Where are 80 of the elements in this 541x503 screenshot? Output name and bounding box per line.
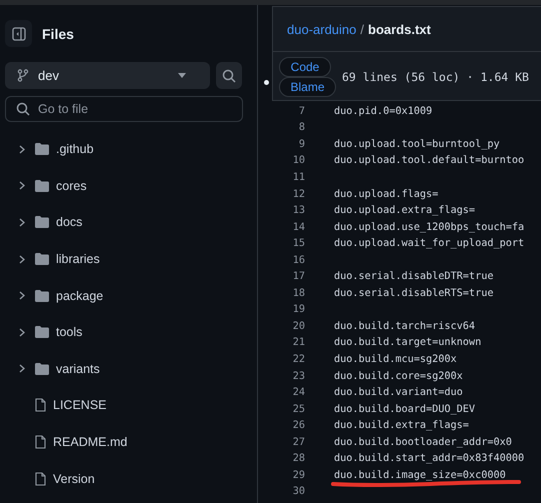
file-icon — [35, 398, 46, 412]
file-tree-item[interactable]: LICENSE — [5, 387, 257, 424]
file-tree-item[interactable]: Version — [5, 460, 257, 497]
line-number: 11 — [292, 172, 305, 183]
line-number: 24 — [292, 387, 305, 398]
code-line: duo.upload.extra_flags= — [334, 205, 476, 216]
folder-icon — [35, 362, 49, 375]
code-line: duo.upload.flags= — [334, 188, 438, 200]
code-line: duo.build.extra_flags= — [334, 420, 469, 432]
file-tree-item[interactable]: package — [5, 277, 257, 314]
branch-select[interactable]: dev — [5, 62, 210, 89]
code-line: duo.upload.wait_for_upload_port — [334, 238, 524, 250]
line-number: 20 — [292, 320, 305, 332]
line-number: 9 — [298, 138, 305, 150]
search-button[interactable] — [216, 62, 242, 89]
code-line: duo.upload.use_1200bps_touch=fa — [334, 222, 524, 233]
line-number: 21 — [292, 337, 305, 348]
line-number: 15 — [292, 238, 305, 250]
folder-icon — [35, 216, 49, 228]
line-number: 27 — [292, 436, 305, 448]
line-number: 26 — [292, 420, 305, 432]
search-icon — [222, 68, 236, 82]
line-number: 28 — [292, 453, 305, 464]
line-number: 14 — [292, 222, 305, 233]
code-line: duo.pid.0=0x1009 — [334, 106, 432, 117]
file-icon — [35, 435, 46, 450]
code-line: duo.build.tarch=riscv64 — [334, 320, 476, 332]
code-line: duo.build.image_size=0xc0000 — [334, 470, 506, 481]
line-number: 13 — [292, 205, 305, 216]
line-number: 22 — [292, 354, 305, 365]
view-tab[interactable]: Blame — [279, 77, 336, 97]
file-tree-item[interactable]: tools — [5, 314, 257, 351]
branch-icon — [17, 69, 29, 82]
folder-icon — [35, 326, 49, 338]
folder-icon — [35, 290, 49, 302]
search-icon — [16, 102, 30, 116]
view-tab[interactable]: Code — [279, 57, 331, 77]
dot-icon — [264, 80, 269, 85]
file-tree-item[interactable]: README.md — [5, 424, 257, 460]
code-line: duo.upload.tool=burntool_py — [334, 138, 500, 150]
code-line: duo.build.variant=duo — [334, 387, 463, 398]
breadcrumb-link[interactable]: duo-arduino — [287, 22, 356, 36]
file-tree-item[interactable]: docs — [5, 204, 257, 241]
file-name: boards.txt — [368, 22, 431, 36]
go-to-file-field[interactable]: Go to file — [5, 96, 243, 122]
file-icon — [35, 472, 46, 486]
line-number: 16 — [292, 254, 305, 266]
code-line: duo.build.start_addr=0x83f40000 — [334, 453, 524, 464]
file-info: 69 lines (56 loc) · 1.64 KB — [342, 70, 529, 84]
code-line: duo.build.board=DUO_DEV — [334, 404, 476, 415]
line-number: 29 — [292, 470, 305, 481]
sidebar-toggle-button[interactable] — [5, 20, 32, 47]
code-line: duo.build.mcu=sg200x — [334, 354, 457, 365]
line-number: 10 — [292, 155, 305, 166]
file-tree-item[interactable]: .github — [5, 131, 257, 168]
file-tree-item[interactable]: variants — [5, 350, 257, 388]
folder-icon — [35, 253, 49, 266]
breadcrumb-separator: / — [360, 22, 364, 36]
line-number: 17 — [292, 271, 305, 282]
folder-icon — [35, 143, 49, 156]
panel-icon — [12, 26, 26, 40]
sidebar-title: Files — [42, 26, 74, 42]
line-number: 19 — [292, 304, 305, 316]
line-number: 7 — [298, 106, 305, 117]
line-number: 8 — [298, 122, 305, 134]
code-line: duo.build.core=sg200x — [334, 370, 463, 382]
line-number: 12 — [292, 188, 305, 200]
code-line: duo.serial.disableDTR=true — [334, 271, 494, 282]
code-line: duo.serial.disableRTS=true — [334, 288, 494, 299]
code-line: duo.upload.tool.default=burntoo — [334, 155, 524, 166]
file-tree-item[interactable]: libraries — [5, 240, 257, 278]
code-line: duo.build.bootloader_addr=0x0 — [334, 436, 512, 448]
line-number: 30 — [292, 486, 305, 498]
caret-icon — [178, 73, 186, 78]
line-number: 23 — [292, 370, 305, 382]
file-tree-item[interactable]: cores — [5, 168, 257, 204]
folder-icon — [35, 180, 49, 192]
line-number: 18 — [292, 288, 305, 299]
code-line: duo.build.target=unknown — [334, 337, 482, 348]
line-number: 25 — [292, 404, 305, 415]
